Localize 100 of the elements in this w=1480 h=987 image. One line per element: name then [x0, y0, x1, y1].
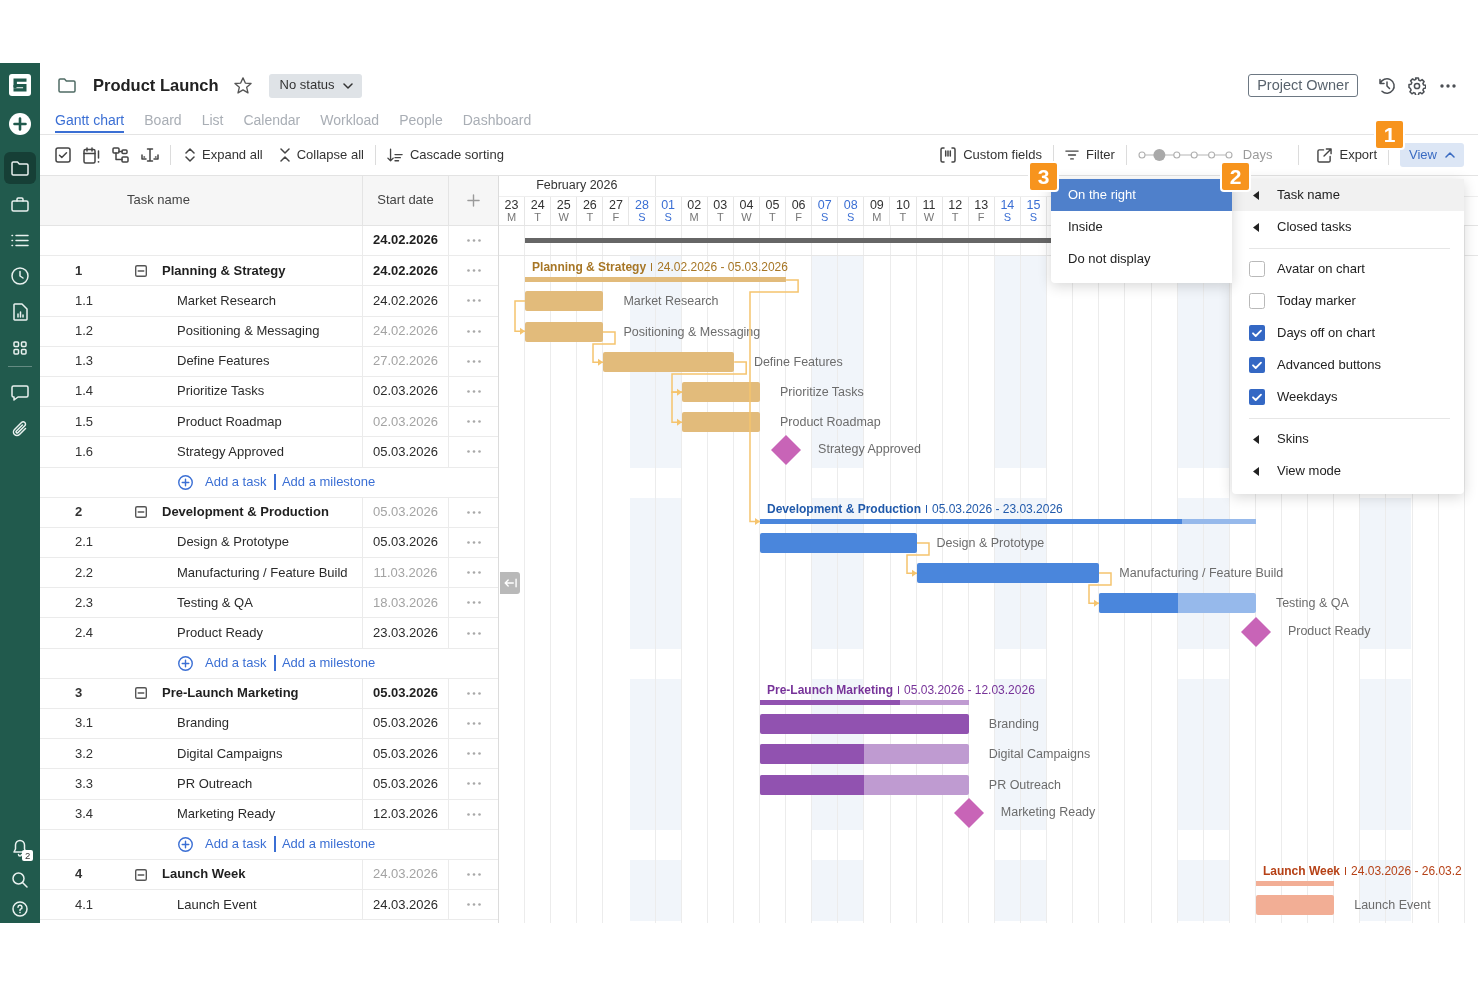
more-icon[interactable] — [1440, 83, 1456, 88]
start-date: 24.03.2026 — [372, 866, 439, 883]
view-button[interactable]: View — [1400, 143, 1464, 167]
task-name: Market Research — [177, 292, 276, 310]
start-date: 24.02.2026 — [372, 292, 439, 310]
start-date: 05.03.2026 — [372, 534, 439, 551]
add-icon[interactable] — [178, 655, 193, 671]
task-bar-label: Product Roadmap — [780, 415, 881, 430]
menu-item[interactable]: Skins — [1232, 423, 1464, 455]
bell-icon[interactable] — [12, 839, 28, 857]
day-number: 08 — [843, 198, 858, 212]
add-milestone-link[interactable]: Add a milestone — [281, 655, 376, 672]
help-icon[interactable] — [12, 901, 28, 917]
logo-icon[interactable] — [9, 74, 31, 96]
menu-option[interactable]: Do not display — [1051, 243, 1232, 275]
row-number: 1.6 — [75, 443, 95, 461]
menu-item[interactable]: Days off on chart — [1232, 317, 1464, 349]
calendar-alert-icon[interactable] — [83, 146, 100, 164]
collapse-all-button[interactable]: Collapse all — [279, 146, 364, 164]
date-range: 24.03.2026 - 26.03.2 — [1351, 864, 1462, 879]
slider-thumb[interactable] — [1153, 149, 1166, 161]
filter-icon — [1064, 150, 1079, 160]
start-date: 11.03.2026 — [373, 564, 438, 581]
task-name: Launch Event — [177, 896, 257, 913]
milestone-label: Strategy Approved — [818, 442, 921, 457]
row-number: 3.1 — [75, 715, 95, 732]
star-icon[interactable] — [233, 77, 252, 94]
add-milestone-link[interactable]: Add a milestone — [281, 836, 376, 853]
start-date: 24.02.2026 — [372, 323, 439, 340]
settings-icon[interactable] — [1408, 76, 1426, 95]
row-number: 2.4 — [75, 624, 95, 642]
start-date: 18.03.2026 — [372, 594, 439, 611]
minus-square-icon[interactable] — [135, 868, 147, 881]
weekday-label: T — [716, 211, 724, 224]
checkbox[interactable] — [1249, 357, 1265, 373]
add-icon[interactable] — [178, 836, 193, 852]
start-date: 05.03.2026 — [372, 443, 439, 461]
zoom-slider[interactable] — [1137, 148, 1233, 162]
task-bar-label: Digital Campaigns — [988, 747, 1091, 762]
add-icon[interactable] — [9, 113, 31, 135]
cascade-sorting-button[interactable]: Cascade sorting — [386, 146, 504, 164]
status-dropdown[interactable]: No status — [268, 73, 362, 98]
weekday-label: F — [612, 211, 620, 224]
weekday-label: M — [872, 211, 882, 224]
add-task-link[interactable]: Add a task — [205, 655, 267, 672]
menu-item[interactable]: Advanced buttons — [1232, 349, 1464, 381]
filter-button[interactable]: Filter — [1064, 146, 1115, 164]
task-bar-label: Testing & QA — [1275, 596, 1349, 611]
chevron-up-icon — [1445, 152, 1455, 158]
menu-item[interactable]: Avatar on chart — [1232, 253, 1464, 285]
date-range: 05.03.2026 - 23.03.2026 — [932, 501, 1063, 516]
minus-square-icon[interactable] — [135, 687, 147, 700]
minus-square-icon[interactable] — [135, 264, 147, 277]
add-task-link[interactable]: Add a task — [205, 473, 267, 491]
day-number: 11 — [922, 198, 936, 212]
checkbox[interactable] — [1249, 389, 1265, 405]
weekday-label: F — [977, 211, 985, 224]
add-task-link[interactable]: Add a task — [205, 836, 267, 853]
grid-icon — [13, 341, 27, 355]
sidebar-item[interactable] — [4, 152, 36, 184]
weekday-label: T — [899, 211, 907, 224]
menu-item[interactable]: View mode — [1232, 455, 1464, 487]
column-split-icon[interactable] — [141, 148, 159, 162]
checkbox[interactable] — [1249, 325, 1265, 341]
menu-option[interactable]: Inside — [1051, 211, 1232, 243]
menu-item[interactable]: Closed tasks — [1232, 211, 1464, 243]
task-name: Design & Prototype — [177, 534, 289, 551]
minus-square-icon[interactable] — [135, 506, 147, 519]
checkbox[interactable] — [1249, 293, 1265, 309]
group-bar-label: Development & Production — [767, 501, 921, 516]
caret-left-icon — [1253, 222, 1259, 232]
weekday-label: S — [1003, 211, 1011, 224]
row-number: 1.5 — [75, 413, 95, 430]
row-number: 2 — [75, 504, 84, 521]
project-title: Product Launch — [93, 75, 219, 96]
expand-all-button[interactable]: Expand all — [185, 146, 263, 164]
hierarchy-icon[interactable] — [112, 147, 129, 163]
day-number: 05 — [765, 198, 780, 212]
menu-item[interactable]: Weekdays — [1232, 381, 1464, 413]
add-milestone-link[interactable]: Add a milestone — [281, 473, 376, 491]
menu-item[interactable]: Today marker — [1232, 285, 1464, 317]
add-icon[interactable] — [178, 474, 193, 490]
folder-icon — [11, 160, 29, 176]
task-name: Positioning & Messaging — [177, 323, 320, 340]
history-icon[interactable] — [1378, 76, 1396, 95]
day-number: 27 — [608, 198, 623, 212]
start-date: 05.03.2026 — [372, 775, 439, 793]
custom-fields-button[interactable]: Custom fields — [940, 146, 1042, 164]
add-column-icon[interactable] — [467, 194, 480, 207]
project-owner-button[interactable]: Project Owner — [1248, 74, 1358, 97]
zoom-unit-label: Days — [1242, 146, 1273, 164]
search-icon[interactable] — [12, 872, 28, 888]
checkbox[interactable] — [1249, 261, 1265, 277]
folder-icon — [58, 78, 76, 93]
checked-box-icon[interactable] — [55, 147, 71, 163]
day-number: 13 — [974, 198, 989, 212]
day-number: 01 — [661, 198, 676, 212]
columns-icon — [940, 147, 957, 163]
tab[interactable]: Gantt chart — [55, 108, 125, 133]
day-number: 12 — [948, 198, 963, 212]
